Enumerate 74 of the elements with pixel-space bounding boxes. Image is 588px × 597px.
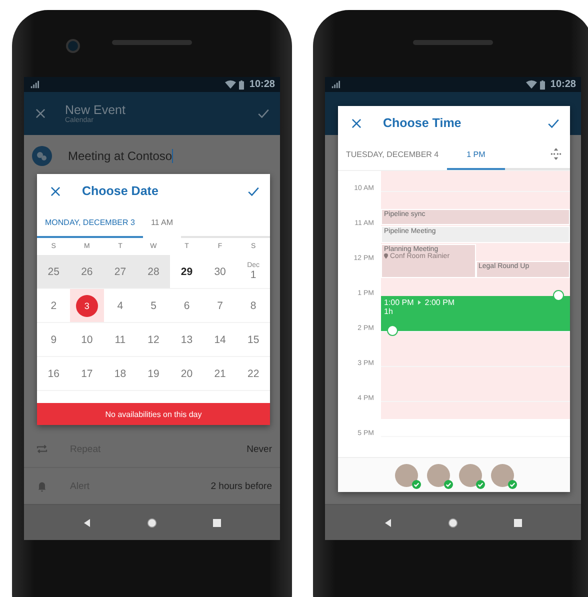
status-time: 10:28 bbox=[249, 79, 275, 90]
status-time: 10:28 bbox=[550, 79, 576, 90]
tab[interactable]: TUESDAY, DECEMBER 4 bbox=[338, 140, 447, 170]
wifi-icon bbox=[225, 80, 236, 89]
close-icon[interactable] bbox=[49, 184, 62, 198]
availability-banner: No availabilities on this day bbox=[37, 403, 270, 425]
tab[interactable]: MONDAY, DECEMBER 3 bbox=[37, 208, 143, 238]
option-value[interactable]: Never bbox=[246, 444, 272, 454]
day-number: 26 bbox=[81, 266, 93, 278]
day-number: 7 bbox=[217, 300, 223, 312]
day-number: 14 bbox=[214, 334, 226, 346]
day-number: 13 bbox=[180, 334, 193, 346]
day-number: 4 bbox=[117, 300, 124, 312]
day-number: 27 bbox=[114, 266, 126, 278]
day-cell[interactable]: 26 bbox=[70, 255, 104, 288]
end-time: 2:00 PM bbox=[424, 298, 455, 307]
day-number: 1 bbox=[250, 269, 256, 281]
back-icon[interactable] bbox=[82, 518, 92, 528]
day-cell[interactable]: 3 bbox=[70, 289, 104, 322]
day-number: 21 bbox=[214, 368, 226, 380]
day-number: 25 bbox=[48, 266, 60, 278]
location-pin-icon bbox=[384, 253, 388, 259]
day-number: 2 bbox=[50, 300, 57, 312]
close-icon[interactable] bbox=[350, 116, 363, 130]
duration-label: 1h bbox=[384, 307, 394, 316]
signal-icon bbox=[30, 80, 39, 89]
day-number: 22 bbox=[247, 368, 260, 380]
check-icon[interactable] bbox=[547, 116, 560, 130]
battery-icon bbox=[540, 80, 546, 90]
dialog-title: Choose Date bbox=[82, 184, 160, 198]
day-number: 11 bbox=[114, 334, 126, 346]
repeat-icon bbox=[36, 443, 48, 455]
chat-bubbles-icon bbox=[32, 146, 52, 166]
day-number: 29 bbox=[180, 266, 193, 278]
signal-icon bbox=[331, 80, 340, 89]
day-number: 12 bbox=[148, 334, 160, 346]
day-cell[interactable]: 28 bbox=[136, 255, 170, 288]
arrow-icon bbox=[418, 300, 421, 305]
day-number: 9 bbox=[50, 334, 57, 346]
day-number: 17 bbox=[81, 368, 93, 380]
close-icon[interactable] bbox=[34, 107, 47, 120]
day-number: 5 bbox=[150, 300, 156, 312]
check-icon[interactable] bbox=[247, 184, 260, 198]
back-icon[interactable] bbox=[382, 518, 393, 528]
check-icon[interactable] bbox=[257, 107, 270, 120]
event-title-field[interactable]: Meeting at Contoso bbox=[68, 149, 172, 163]
text-cursor bbox=[172, 149, 174, 163]
day-number: 15 bbox=[247, 334, 260, 346]
home-icon[interactable] bbox=[448, 518, 458, 528]
day-number: 28 bbox=[148, 266, 160, 278]
day-number: 3 bbox=[76, 294, 98, 316]
day-number: 6 bbox=[184, 300, 190, 312]
day-number: 20 bbox=[180, 368, 193, 380]
wifi-icon bbox=[526, 80, 538, 89]
start-time: 1:00 PM bbox=[384, 298, 414, 307]
camera-icon bbox=[66, 39, 80, 53]
day-number: 18 bbox=[114, 368, 126, 380]
day-number: 10 bbox=[81, 334, 93, 346]
expand-icon[interactable] bbox=[550, 148, 562, 160]
day-cell[interactable]: 27 bbox=[104, 255, 137, 288]
battery-icon bbox=[239, 80, 244, 90]
bell-icon bbox=[36, 480, 48, 492]
day-cell[interactable]: 25 bbox=[37, 255, 70, 288]
recents-icon[interactable] bbox=[212, 518, 222, 528]
day-number: 8 bbox=[250, 300, 256, 312]
day-number: 30 bbox=[214, 266, 226, 278]
recents-icon[interactable] bbox=[513, 518, 524, 528]
home-icon[interactable] bbox=[146, 518, 157, 528]
dialog-title: Choose Time bbox=[383, 116, 462, 130]
app-bar-title: New Event bbox=[65, 103, 126, 117]
selected-time-block[interactable]: 1:00 PM 2:00 PM 1h bbox=[381, 296, 570, 331]
day-number: 19 bbox=[148, 368, 160, 380]
day-number: 16 bbox=[48, 368, 60, 380]
option-value[interactable]: 2 hours before bbox=[210, 480, 272, 492]
